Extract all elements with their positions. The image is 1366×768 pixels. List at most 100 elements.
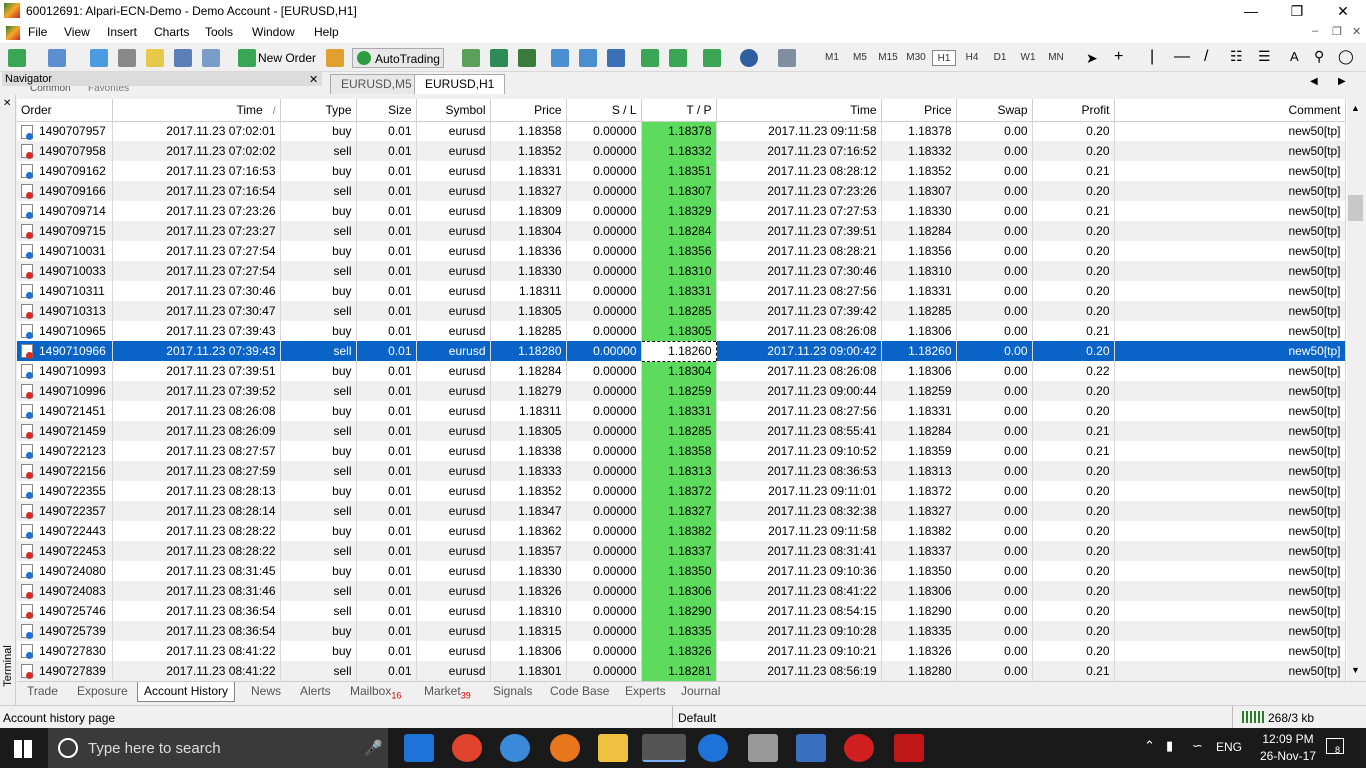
tab-news[interactable]: News: [245, 684, 287, 702]
zoom-out-icon[interactable]: [579, 49, 597, 67]
table-row[interactable]: 1490710033 2017.11.23 07:27:54 sell 0.01 eur…: [17, 261, 1346, 281]
profiles-icon[interactable]: [48, 49, 66, 67]
microphone-icon[interactable]: 🎤: [364, 739, 383, 757]
language-indicator[interactable]: ENG: [1216, 740, 1242, 754]
close-button[interactable]: ✕: [1320, 0, 1366, 22]
search-box[interactable]: Type here to search 🎤: [48, 728, 388, 768]
table-row[interactable]: 1490710031 2017.11.23 07:27:54 buy 0.01 euru…: [17, 241, 1346, 261]
indicators-icon[interactable]: [703, 49, 721, 67]
restore-button[interactable]: ❐: [1274, 0, 1320, 22]
table-row[interactable]: 1490710966 2017.11.23 07:39:43 sell 0.01 eur…: [17, 340, 1346, 362]
crosshair-icon[interactable]: +: [1114, 48, 1123, 66]
start-icon[interactable]: [14, 740, 32, 758]
tab-trade[interactable]: Trade: [21, 684, 64, 702]
channel-icon[interactable]: ☷: [1230, 48, 1243, 65]
wifi-icon[interactable]: ∽: [1192, 738, 1203, 754]
tab-journal[interactable]: Journal: [675, 684, 726, 702]
tab-signals[interactable]: Signals: [487, 684, 538, 702]
network-app-icon[interactable]: [796, 734, 826, 762]
table-row[interactable]: 1490709715 2017.11.23 07:23:27 sell 0.01 eur…: [17, 221, 1346, 241]
scroll-down-icon[interactable]: ▼: [1351, 665, 1360, 675]
strategy-tester-icon[interactable]: [202, 49, 220, 67]
table-row[interactable]: 1490710311 2017.11.23 07:30:46 buy 0.01 euru…: [17, 281, 1346, 301]
col-swap[interactable]: Swap: [956, 99, 1033, 122]
mdi-restore-icon[interactable]: ❐: [1332, 25, 1342, 38]
file-explorer-icon[interactable]: [598, 734, 628, 762]
table-row[interactable]: 1490710996 2017.11.23 07:39:52 sell 0.01 eur…: [17, 381, 1346, 401]
firefox-icon[interactable]: [550, 734, 580, 762]
tf-m5[interactable]: M5: [848, 50, 872, 66]
tab-experts[interactable]: Experts: [619, 684, 672, 702]
tf-h4[interactable]: H4: [960, 50, 984, 66]
vertical-scrollbar[interactable]: ▲ ▼: [1347, 99, 1364, 681]
table-row[interactable]: 1490727830 2017.11.23 08:41:22 buy 0.01 euru…: [17, 641, 1346, 661]
col-sl[interactable]: S / L: [566, 99, 642, 122]
templates-icon[interactable]: [778, 49, 796, 67]
table-row[interactable]: 1490724083 2017.11.23 08:31:46 sell 0.01 eur…: [17, 581, 1346, 601]
table-row[interactable]: 1490710993 2017.11.23 07:39:51 buy 0.01 euru…: [17, 361, 1346, 381]
cursor-icon[interactable]: ➤: [1086, 50, 1098, 67]
navigator-close-icon[interactable]: ✕: [309, 73, 318, 86]
metaeditor-icon[interactable]: [326, 49, 344, 67]
candlestick-icon[interactable]: [490, 49, 508, 67]
minimize-button[interactable]: —: [1228, 0, 1274, 22]
tf-m15[interactable]: M15: [876, 50, 900, 66]
table-row[interactable]: 1490722355 2017.11.23 08:28:13 buy 0.01 euru…: [17, 481, 1346, 501]
zoom-in-icon[interactable]: [551, 49, 569, 67]
table-row[interactable]: 1490707958 2017.11.23 07:02:02 sell 0.01 eur…: [17, 141, 1346, 161]
tab-exposure[interactable]: Exposure: [71, 684, 134, 702]
tf-w1[interactable]: W1: [1016, 50, 1040, 66]
tab-alerts[interactable]: Alerts: [294, 684, 337, 702]
tab-market[interactable]: Market39: [418, 684, 477, 702]
menu-file[interactable]: File: [28, 25, 47, 39]
table-row[interactable]: 1490722443 2017.11.23 08:28:22 buy 0.01 euru…: [17, 521, 1346, 541]
mdi-minimize-icon[interactable]: –: [1312, 25, 1318, 37]
table-row[interactable]: 1490725739 2017.11.23 08:36:54 buy 0.01 euru…: [17, 621, 1346, 641]
menu-view[interactable]: View: [64, 25, 90, 39]
chart-tab-eurusd-h1[interactable]: EURUSD,H1: [414, 74, 506, 94]
col-tp[interactable]: T / P: [641, 99, 717, 122]
tab-code-base[interactable]: Code Base: [544, 684, 615, 702]
menu-charts[interactable]: Charts: [154, 25, 189, 39]
calculator-icon[interactable]: [748, 734, 778, 762]
menu-window[interactable]: Window: [252, 25, 295, 39]
horizontal-line-icon[interactable]: —: [1174, 48, 1190, 66]
fibonacci-icon[interactable]: ☰: [1258, 48, 1271, 65]
mdi-close-icon[interactable]: ✕: [1352, 25, 1361, 38]
navigator-icon[interactable]: [146, 49, 164, 67]
data-window-icon[interactable]: [118, 49, 136, 67]
table-row[interactable]: 1490724080 2017.11.23 08:31:45 buy 0.01 euru…: [17, 561, 1346, 581]
tray-chevron-icon[interactable]: ⌃: [1144, 738, 1155, 754]
col-comment[interactable]: Comment: [1114, 99, 1346, 122]
battery-icon[interactable]: ▮: [1166, 738, 1173, 754]
scroll-up-icon[interactable]: ▲: [1351, 103, 1360, 113]
blocker-icon[interactable]: [844, 734, 874, 762]
market-watch-icon[interactable]: [90, 49, 108, 67]
col-open-price[interactable]: Price: [490, 99, 567, 122]
col-type[interactable]: Type: [280, 99, 357, 122]
table-row[interactable]: 1490725746 2017.11.23 08:36:54 sell 0.01 eur…: [17, 601, 1346, 621]
table-row[interactable]: 1490722357 2017.11.23 08:28:14 sell 0.01 eur…: [17, 501, 1346, 521]
notifications-icon[interactable]: 8: [1326, 738, 1344, 755]
col-size[interactable]: Size: [356, 99, 417, 122]
clock-date[interactable]: 26-Nov-17: [1258, 749, 1318, 763]
chart-shift-icon[interactable]: [669, 49, 687, 67]
table-row[interactable]: 1490727839 2017.11.23 08:41:22 sell 0.01 eur…: [17, 661, 1346, 681]
table-row[interactable]: 1490722123 2017.11.23 08:27:57 buy 0.01 euru…: [17, 441, 1346, 461]
tab-mailbox[interactable]: Mailbox16: [344, 684, 407, 702]
shapes-icon[interactable]: ◯: [1338, 48, 1354, 65]
trendline-icon[interactable]: /: [1204, 48, 1208, 66]
teamviewer-icon[interactable]: [698, 734, 728, 762]
tf-d1[interactable]: D1: [988, 50, 1012, 66]
col-profit[interactable]: Profit: [1032, 99, 1115, 122]
tf-m30[interactable]: M30: [904, 50, 928, 66]
periods-icon[interactable]: [740, 49, 758, 67]
tf-mn[interactable]: MN: [1044, 50, 1068, 66]
chart-tab-eurusd-m5[interactable]: EURUSD,M5: [330, 74, 423, 94]
table-row[interactable]: 1490709166 2017.11.23 07:16:54 sell 0.01 eur…: [17, 181, 1346, 201]
col-open-time[interactable]: Time /: [112, 99, 281, 122]
table-row[interactable]: 1490721459 2017.11.23 08:26:09 sell 0.01 eur…: [17, 421, 1346, 441]
menu-insert[interactable]: Insert: [107, 25, 137, 39]
table-row[interactable]: 1490707957 2017.11.23 07:02:01 buy 0.01 euru…: [17, 121, 1346, 141]
tile-windows-icon[interactable]: [607, 49, 625, 67]
